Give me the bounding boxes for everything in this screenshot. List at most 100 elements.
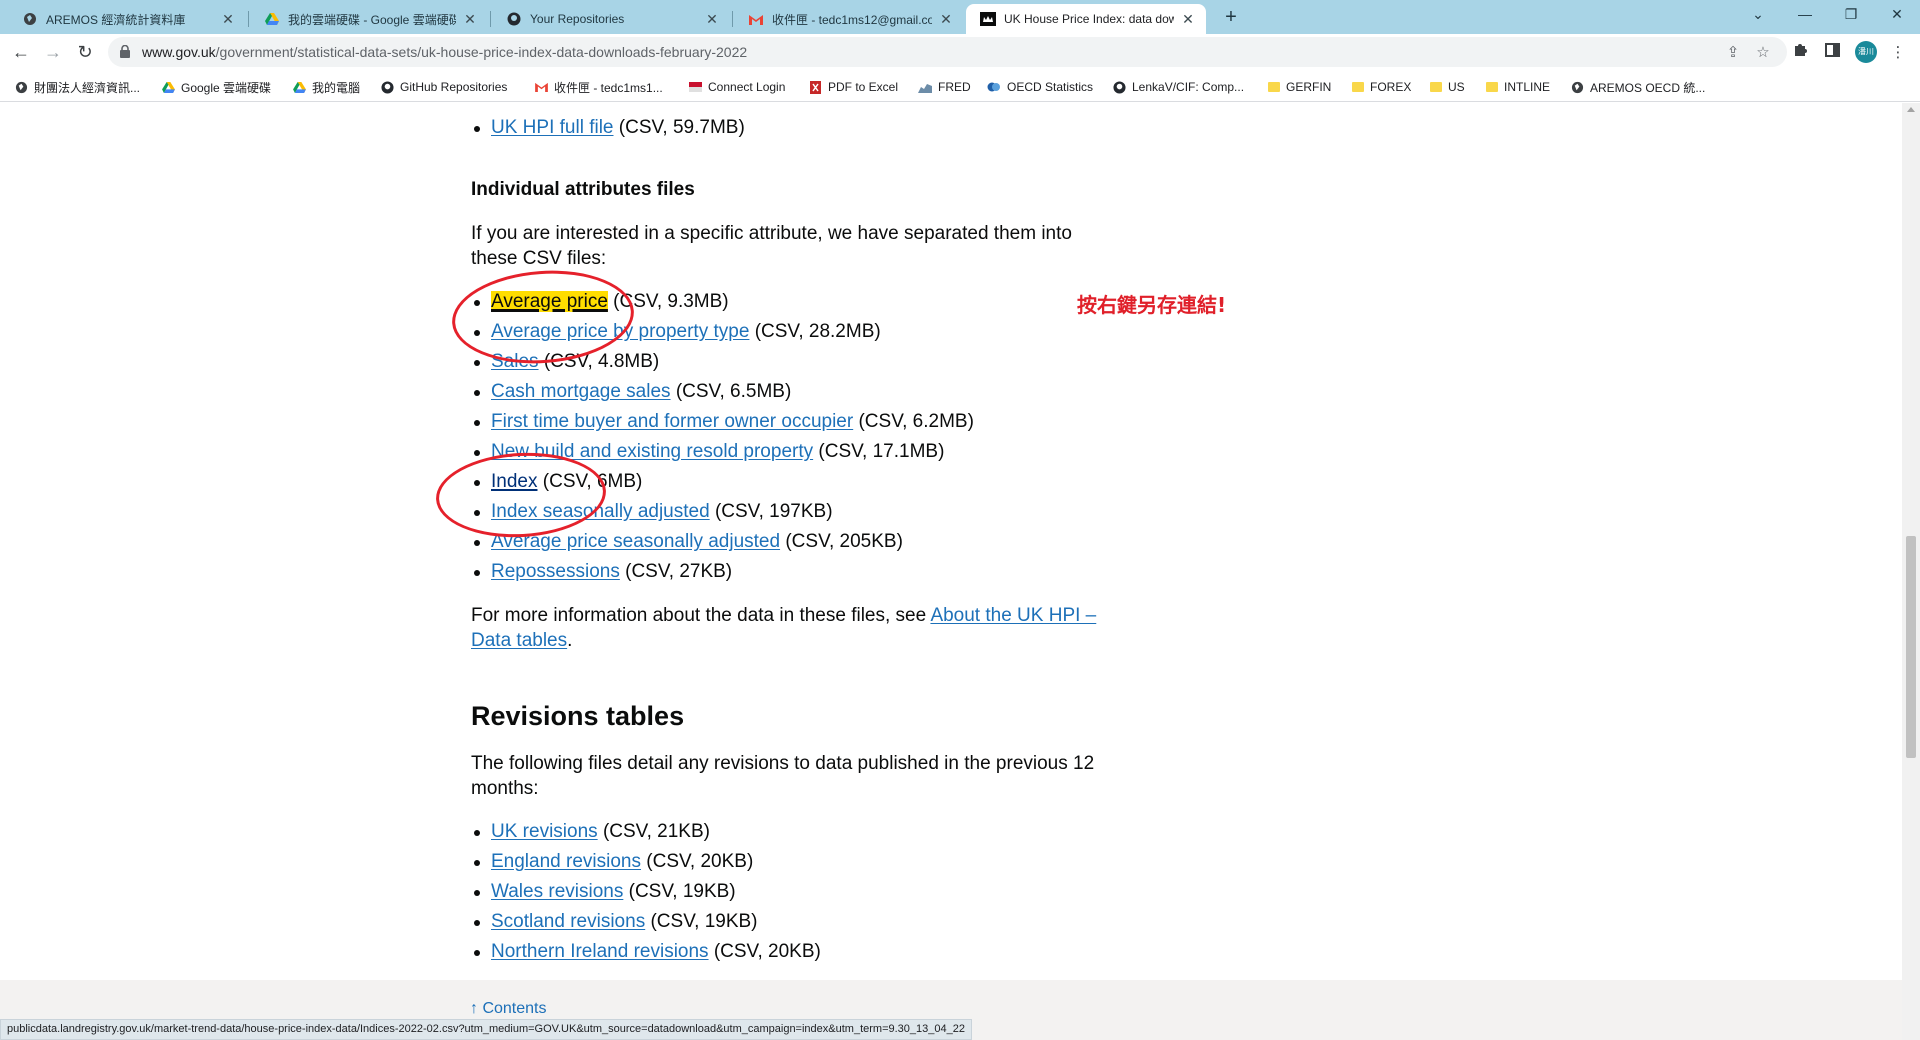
list-item: Wales revisions (CSV, 19KB) xyxy=(471,877,821,907)
tab-search-chevron-icon[interactable]: ⌄ xyxy=(1735,0,1781,30)
tab-separator xyxy=(490,11,491,27)
file-meta: (CSV, 59.7MB) xyxy=(618,117,745,138)
close-icon[interactable]: ✕ xyxy=(1180,11,1196,28)
bookmark-item[interactable]: INTLINE xyxy=(1486,78,1550,96)
fred-icon xyxy=(918,80,932,94)
share-icon[interactable]: ⇪ xyxy=(1723,43,1743,63)
data-tables-link[interactable]: Data tables xyxy=(471,630,567,651)
tab-separator xyxy=(248,11,249,27)
page-viewport: UK HPI full file (CSV, 59.7MB) Individua… xyxy=(0,103,1902,1040)
bookmark-item[interactable]: OECD Statistics xyxy=(987,78,1093,96)
github-icon xyxy=(1112,80,1126,94)
file-link[interactable]: First time buyer and former owner occupi… xyxy=(491,411,853,432)
close-icon[interactable]: ✕ xyxy=(220,11,236,28)
file-link[interactable]: England revisions xyxy=(491,851,641,872)
github-icon xyxy=(506,11,522,27)
new-tab-button[interactable]: + xyxy=(1217,5,1245,31)
file-meta: (CSV, 197KB) xyxy=(714,501,833,522)
browser-toolbar: ← → ↻ www.gov.uk/government/statistical-… xyxy=(0,34,1920,70)
bookmark-item[interactable]: US xyxy=(1430,78,1465,96)
annotation-text: 按右鍵另存連結! xyxy=(1077,293,1227,317)
bookmark-item[interactable]: 財團法人經濟資訊... xyxy=(14,78,140,96)
tab-uk-hpi[interactable]: UK House Price Index: data dow ✕ xyxy=(966,4,1206,34)
bookmark-label: 財團法人經濟資訊... xyxy=(34,80,141,95)
revisions-intro: The following files detail any revisions… xyxy=(471,751,1111,801)
about-uk-hpi-link[interactable]: About the UK HPI – xyxy=(930,605,1096,626)
file-link[interactable]: Scotland revisions xyxy=(491,911,645,932)
bookmark-item[interactable]: GitHub Repositories xyxy=(380,78,507,96)
google-drive-icon xyxy=(292,80,306,94)
status-url: publicdata.landregistry.gov.uk/market-tr… xyxy=(0,1019,972,1040)
github-icon xyxy=(380,80,394,94)
side-panel-icon[interactable] xyxy=(1821,42,1843,64)
bookmark-item[interactable]: LenkaV/CIF: Comp... xyxy=(1112,78,1244,96)
extensions-puzzle-icon[interactable] xyxy=(1789,42,1811,64)
minimize-icon[interactable]: — xyxy=(1782,0,1828,30)
bookmark-item[interactable]: Connect Login xyxy=(688,78,785,96)
file-meta: (CSV, 6.2MB) xyxy=(858,411,974,432)
close-icon[interactable]: ✕ xyxy=(704,11,720,28)
tab-google-drive[interactable]: 我的雲端硬碟 - Google 雲端硬碟 ✕ xyxy=(250,4,488,34)
reload-icon[interactable]: ↻ xyxy=(72,39,98,65)
tab-gmail[interactable]: 收件匣 - tedc1ms12@gmail.com ✕ xyxy=(734,4,964,34)
bookmark-label: LenkaV/CIF: Comp... xyxy=(1132,80,1245,94)
file-link[interactable]: Wales revisions xyxy=(491,881,623,902)
contents-link[interactable]: ↑ Contents xyxy=(470,1000,547,1018)
window-close-icon[interactable]: ✕ xyxy=(1874,0,1920,30)
globe-icon xyxy=(1570,80,1584,94)
list-item: Repossessions (CSV, 27KB) xyxy=(471,557,974,587)
up-arrow-icon: ↑ xyxy=(470,1000,478,1017)
tab-aremos[interactable]: AREMOS 經濟統計資料庫 ✕ xyxy=(8,4,246,34)
gmail-icon xyxy=(534,80,548,94)
bookmark-label: GERFIN xyxy=(1286,80,1332,94)
file-link[interactable]: UK HPI full file xyxy=(491,117,613,138)
scrollbar-thumb[interactable] xyxy=(1906,536,1916,758)
scrollbar[interactable] xyxy=(1902,103,1920,1040)
bookmark-item[interactable]: FRED xyxy=(918,78,971,96)
tab-github[interactable]: Your Repositories ✕ xyxy=(492,4,730,34)
attributes-intro: If you are interested in a specific attr… xyxy=(471,223,1072,269)
bookmark-item[interactable]: 收件匣 - tedc1ms1... xyxy=(534,78,663,96)
url-host: www.gov.uk xyxy=(142,44,216,60)
revisions-heading: Revisions tables xyxy=(471,701,685,731)
lock-icon[interactable] xyxy=(120,44,130,63)
tab-strip: AREMOS 經濟統計資料庫 ✕ 我的雲端硬碟 - Google 雲端硬碟 ✕ … xyxy=(0,0,1920,34)
file-link[interactable]: Cash mortgage sales xyxy=(491,381,671,402)
close-icon[interactable]: ✕ xyxy=(462,11,478,28)
file-link[interactable]: Repossessions xyxy=(491,561,620,582)
bookmark-item[interactable]: AREMOS OECD 統... xyxy=(1570,78,1705,96)
file-link[interactable]: UK revisions xyxy=(491,821,598,842)
bookmark-star-icon[interactable]: ☆ xyxy=(1753,43,1773,63)
list-item: First time buyer and former owner occupi… xyxy=(471,407,974,437)
bookmark-label: PDF to Excel xyxy=(828,80,899,94)
folder-icon xyxy=(1486,82,1498,92)
bookmarks-bar: 財團法人經濟資訊... Google 雲端硬碟 我的電腦 GitHub Repo… xyxy=(0,70,1920,102)
bookmark-item[interactable]: FOREX xyxy=(1352,78,1411,96)
bookmark-item[interactable]: GERFIN xyxy=(1268,78,1331,96)
address-bar[interactable]: www.gov.uk/government/statistical-data-s… xyxy=(108,37,1787,67)
file-link[interactable]: Northern Ireland revisions xyxy=(491,941,709,962)
revisions-intro-line: months: xyxy=(471,778,539,799)
forward-arrow-icon[interactable]: → xyxy=(40,39,66,65)
bookmark-item[interactable]: 我的電腦 xyxy=(292,78,360,96)
bookmark-item[interactable]: Google 雲端硬碟 xyxy=(161,78,271,96)
bookmark-label: Connect Login xyxy=(708,80,786,94)
list-item: Scotland revisions (CSV, 19KB) xyxy=(471,907,821,937)
folder-icon xyxy=(1430,82,1442,92)
restore-icon[interactable]: ❐ xyxy=(1828,0,1874,30)
file-meta: (CSV, 28.2MB) xyxy=(754,321,881,342)
back-arrow-icon[interactable]: ← xyxy=(8,39,34,65)
scroll-up-arrow-icon[interactable] xyxy=(1907,107,1915,112)
bookmark-item[interactable]: PDF to Excel xyxy=(808,78,898,96)
bookmark-label: AREMOS OECD 統... xyxy=(1590,80,1706,95)
revisions-intro-line: The following files detail any revisions… xyxy=(471,753,1095,774)
google-drive-icon xyxy=(161,80,175,94)
file-meta: (CSV, 20KB) xyxy=(713,941,821,962)
bookmark-label: INTLINE xyxy=(1504,80,1551,94)
bookmark-label: OECD Statistics xyxy=(1007,80,1094,94)
profile-avatar[interactable]: 潘川 xyxy=(1855,41,1877,63)
more-menu-icon[interactable]: ⋮ xyxy=(1887,42,1909,64)
file-meta: (CSV, 27KB) xyxy=(625,561,733,582)
close-icon[interactable]: ✕ xyxy=(938,11,954,28)
bookmark-label: GitHub Repositories xyxy=(400,80,508,94)
